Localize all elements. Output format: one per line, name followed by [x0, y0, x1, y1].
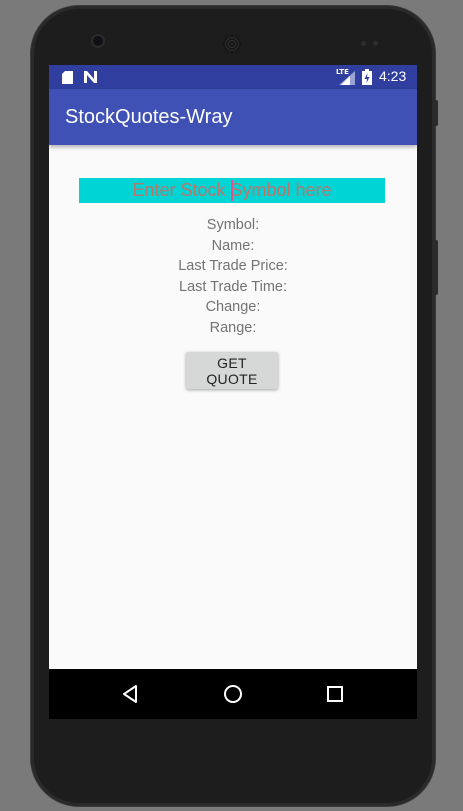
battery-charging-icon — [362, 69, 372, 85]
app-screen: LTE 4:23 StockQuotes-Wray Symbol: Name: … — [49, 65, 417, 719]
get-quote-button[interactable]: GET QUOTE — [186, 352, 278, 389]
range-label: Range: — [209, 319, 257, 336]
signal-icon — [339, 71, 355, 85]
status-time: 4:23 — [379, 68, 407, 84]
app-title: StockQuotes-Wray — [65, 106, 233, 128]
status-bar: LTE 4:23 — [49, 65, 417, 89]
symbol-label: Symbol: — [206, 217, 260, 233]
app-bar: StockQuotes-Wray — [49, 89, 417, 145]
name-label: Name: — [211, 237, 255, 254]
navigation-bar — [49, 669, 417, 719]
power-button[interactable] — [433, 100, 438, 126]
recents-icon[interactable] — [325, 684, 345, 704]
quote-fields: Symbol: Name: Last Trade Price: Last Tra… — [49, 215, 417, 338]
light-sensor — [373, 41, 378, 46]
back-icon[interactable] — [121, 684, 141, 704]
change-label: Change: — [205, 299, 261, 315]
text-cursor — [231, 180, 233, 201]
last-trade-price-label: Last Trade Price: — [178, 258, 288, 274]
home-icon[interactable] — [223, 684, 243, 704]
symbol-input-container[interactable] — [79, 178, 385, 203]
proximity-sensor — [361, 41, 366, 46]
sd-card-icon — [62, 71, 73, 84]
earpiece-speaker — [223, 35, 241, 53]
volume-button[interactable] — [433, 240, 438, 295]
last-trade-time-label: Last Trade Time: — [179, 278, 287, 295]
front-camera — [93, 36, 103, 46]
n-notification-icon — [84, 71, 97, 83]
